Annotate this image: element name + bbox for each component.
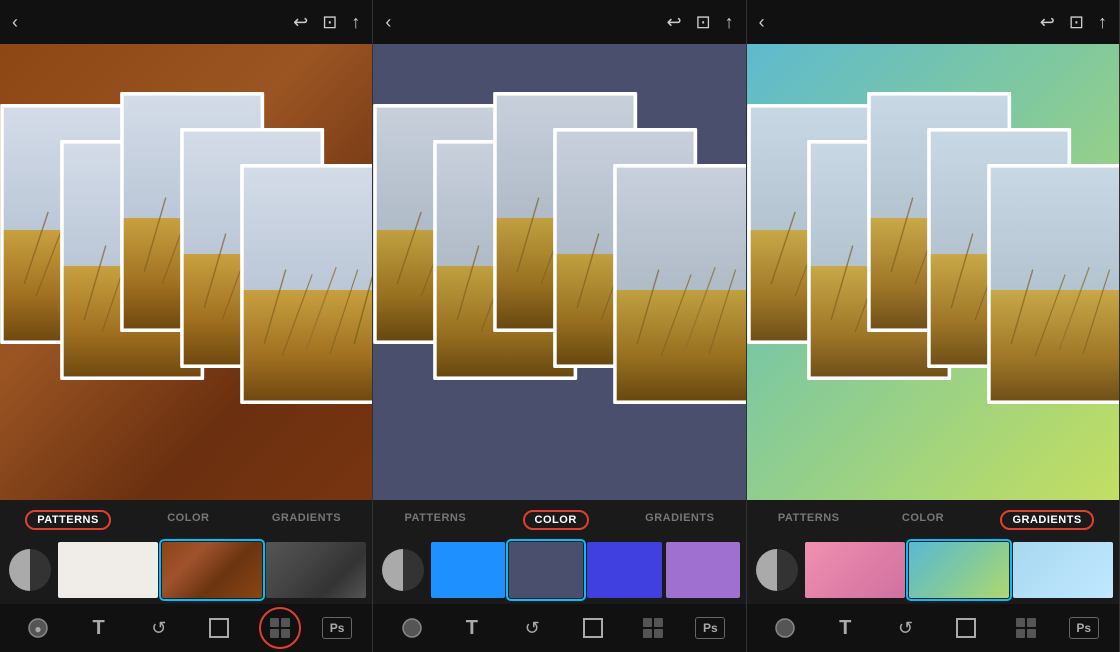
collage-image-2	[373, 44, 745, 500]
thumb-white[interactable]	[58, 542, 158, 598]
text-btn-3[interactable]: T	[827, 610, 863, 646]
thumb-slate[interactable]	[509, 542, 583, 598]
tab-color-3[interactable]: COLOR	[896, 510, 950, 530]
tab-gradients-1[interactable]: GRADIENTS	[266, 510, 347, 530]
thumb-lavender[interactable]	[666, 542, 740, 598]
bottom-toolbar-2: T ↺ Ps	[373, 604, 745, 652]
thumb-dark[interactable]	[266, 542, 366, 598]
thumb-bright-blue[interactable]	[587, 542, 661, 598]
collage-image-1	[0, 44, 372, 500]
bottom-toolbar-1: ● T ↺ Ps	[0, 604, 372, 652]
thumb-circle-3[interactable]	[753, 546, 801, 594]
tab-patterns-1[interactable]: PATTERNS	[25, 510, 111, 530]
collage-image-3	[747, 44, 1119, 500]
top-bar-2: ‹ ↩ ⊡ ↑	[373, 0, 745, 44]
text-btn-1[interactable]: T	[81, 610, 117, 646]
thumb-pink-grad[interactable]	[805, 542, 905, 598]
share-icon-3[interactable]: ↑	[1098, 12, 1107, 33]
undo-btn-3[interactable]: ↺	[888, 610, 924, 646]
share-icon-2[interactable]: ↑	[725, 12, 734, 33]
thumb-row-2	[373, 536, 745, 604]
tab-bar-3: PATTERNS COLOR GRADIENTS	[747, 500, 1119, 536]
frame-select-icon-2[interactable]: ⊡	[696, 12, 711, 33]
thumb-row-1	[0, 536, 372, 604]
svg-text:●: ●	[35, 622, 42, 636]
dots-btn-1[interactable]	[262, 610, 298, 646]
frame-select-icon[interactable]: ⊡	[322, 12, 337, 33]
tab-bar-1: PATTERNS COLOR GRADIENTS	[0, 500, 372, 536]
tab-color-1[interactable]: COLOR	[161, 510, 215, 530]
back-icon[interactable]: ‹	[12, 12, 18, 33]
thumb-light-blue-grad[interactable]	[1013, 542, 1113, 598]
bottom-toolbar-3: T ↺ Ps	[747, 604, 1119, 652]
back-icon-2[interactable]: ‹	[385, 12, 391, 33]
ps-btn-3[interactable]: Ps	[1069, 617, 1099, 639]
top-bar-3: ‹ ↩ ⊡ ↑	[747, 0, 1119, 44]
thumb-rust[interactable]	[162, 542, 262, 598]
undo-icon-2[interactable]: ↩	[666, 12, 681, 33]
tab-patterns-3[interactable]: PATTERNS	[772, 510, 846, 530]
undo-btn-2[interactable]: ↺	[514, 610, 550, 646]
half-circle-icon-2	[382, 549, 424, 591]
panel-patterns: ‹ ↩ ⊡ ↑	[0, 0, 373, 652]
dots-btn-3[interactable]	[1008, 610, 1044, 646]
half-circle-icon-3	[756, 549, 798, 591]
controls-1: PATTERNS COLOR GRADIENTS ● T ↺	[0, 500, 372, 652]
share-icon[interactable]: ↑	[351, 12, 360, 33]
tab-patterns-2[interactable]: PATTERNS	[399, 510, 473, 530]
undo-icon-3[interactable]: ↩	[1040, 12, 1055, 33]
controls-2: PATTERNS COLOR GRADIENTS T ↺	[373, 500, 745, 652]
image-area-1	[0, 44, 372, 500]
layer-btn-1[interactable]: ●	[20, 610, 56, 646]
panel-color: ‹ ↩ ⊡ ↑	[373, 0, 746, 652]
dots-btn-2[interactable]	[635, 610, 671, 646]
tab-gradients-3[interactable]: GRADIENTS	[1000, 510, 1093, 530]
layer-btn-3[interactable]	[767, 610, 803, 646]
frame-select-icon-3[interactable]: ⊡	[1069, 12, 1084, 33]
thumb-row-3	[747, 536, 1119, 604]
thumb-circle-2[interactable]	[379, 546, 427, 594]
tab-color-2[interactable]: COLOR	[523, 510, 589, 530]
image-area-3	[747, 44, 1119, 500]
thumb-blue-medium[interactable]	[431, 542, 505, 598]
undo-icon[interactable]: ↩	[293, 12, 308, 33]
image-area-2	[373, 44, 745, 500]
back-icon-3[interactable]: ‹	[759, 12, 765, 33]
controls-3: PATTERNS COLOR GRADIENTS T ↺	[747, 500, 1119, 652]
layer-btn-2[interactable]	[394, 610, 430, 646]
top-bar-1: ‹ ↩ ⊡ ↑	[0, 0, 372, 44]
text-btn-2[interactable]: T	[454, 610, 490, 646]
undo-btn-1[interactable]: ↺	[141, 610, 177, 646]
frame-btn-3[interactable]	[948, 610, 984, 646]
panel-gradients: ‹ ↩ ⊡ ↑	[747, 0, 1120, 652]
thumb-circle-1[interactable]	[6, 546, 54, 594]
thumb-blue-green-grad[interactable]	[909, 542, 1009, 598]
frame-btn-2[interactable]	[575, 610, 611, 646]
frame-btn-1[interactable]	[201, 610, 237, 646]
ps-btn-1[interactable]: Ps	[322, 617, 352, 639]
tab-bar-2: PATTERNS COLOR GRADIENTS	[373, 500, 745, 536]
ps-btn-2[interactable]: Ps	[695, 617, 725, 639]
tab-gradients-2[interactable]: GRADIENTS	[639, 510, 720, 530]
half-circle-icon	[9, 549, 51, 591]
